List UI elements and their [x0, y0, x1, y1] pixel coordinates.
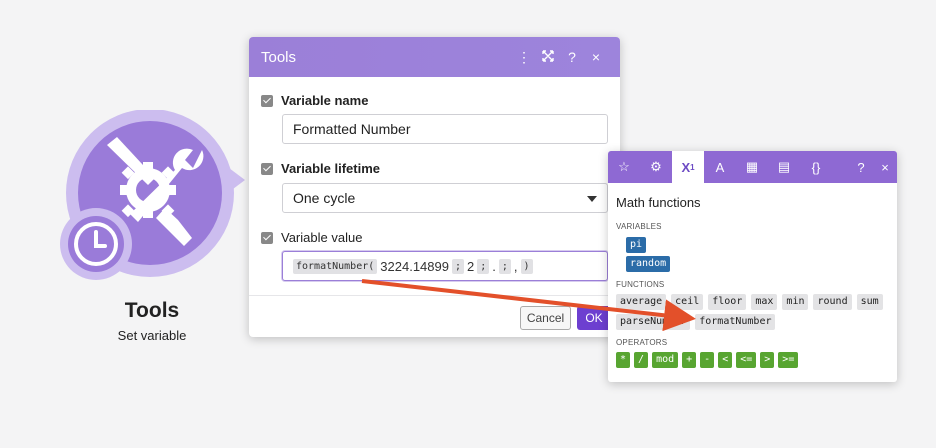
operators-label: OPERATORS [616, 338, 668, 347]
module-subtitle: Set variable [117, 328, 187, 343]
operator-chip[interactable]: - [700, 352, 715, 368]
separator-pill[interactable]: ; [451, 258, 464, 274]
tools-module[interactable] [60, 110, 250, 280]
operator-chip[interactable]: mod [652, 352, 679, 368]
variable-value-label-row: Variable value [261, 230, 362, 245]
chevron-down-icon [587, 196, 597, 202]
operators-list: * / mod + - < <= > >= [616, 352, 799, 368]
function-chip[interactable]: formatNumber [695, 314, 776, 330]
panel-title: Math functions [616, 195, 701, 210]
help-icon[interactable]: ? [560, 49, 584, 65]
operator-chip[interactable]: * [616, 352, 631, 368]
operator-chip[interactable]: + [682, 352, 697, 368]
function-chip[interactable]: average [616, 294, 667, 310]
functions-label: FUNCTIONS [616, 280, 665, 289]
functions-panel: ☆ ⚙ X1 A ▦ ▤ {} ? × Math functions VARIA… [608, 151, 897, 382]
number-arg: 3224.14899 [380, 258, 449, 274]
cancel-button[interactable]: Cancel [520, 306, 571, 330]
function-chip[interactable]: ceil [671, 294, 704, 310]
function-chip[interactable]: round [813, 294, 852, 310]
thousands-separator-arg: , [513, 258, 518, 274]
variable-chip[interactable]: random [626, 256, 671, 272]
function-chip[interactable]: min [782, 294, 809, 310]
star-icon[interactable]: ☆ [608, 151, 640, 183]
operator-chip[interactable]: < [718, 352, 733, 368]
clock-icon [60, 208, 132, 280]
variable-name-value: Formatted Number [293, 121, 411, 137]
variable-lifetime-label: Variable lifetime [281, 161, 380, 176]
operator-chip[interactable]: <= [736, 352, 757, 368]
tools-dialog: Tools ⋮ ? × Variable name Formatted Numb… [249, 37, 620, 337]
operator-chip[interactable]: >= [778, 352, 799, 368]
separator-pill[interactable]: ; [477, 258, 490, 274]
close-paren-pill[interactable]: ) [520, 258, 533, 274]
variables-list: pi random [626, 237, 671, 272]
variable-name-label: Variable name [281, 93, 369, 108]
variable-value-label: Variable value [281, 230, 363, 245]
module-title: Tools [124, 299, 180, 322]
decimal-separator-arg: . [492, 258, 496, 274]
variable-name-label-row: Variable name [261, 93, 368, 108]
variable-lifetime-label-row: Variable lifetime [261, 161, 380, 176]
more-vertical-icon[interactable]: ⋮ [512, 49, 536, 66]
variable-lifetime-checkbox[interactable] [261, 162, 273, 175]
math-icon[interactable]: X1 [672, 151, 704, 183]
variable-name-input[interactable]: Formatted Number [282, 114, 608, 144]
function-chip[interactable]: sum [856, 294, 883, 310]
operator-chip[interactable]: / [634, 352, 649, 368]
close-icon[interactable]: × [584, 49, 608, 65]
help-icon[interactable]: ? [849, 151, 873, 183]
dialog-title: Tools [261, 48, 297, 66]
ok-button[interactable]: OK [577, 306, 611, 330]
decimals-arg: 2 [467, 258, 475, 274]
json-icon[interactable]: {} [800, 151, 832, 183]
function-chip[interactable]: parseNumber [616, 314, 691, 330]
variable-lifetime-value: One cycle [293, 190, 356, 206]
dialog-header: Tools ⋮ ? × [249, 37, 620, 77]
function-pill[interactable]: formatNumber( [293, 258, 378, 274]
variables-label: VARIABLES [616, 222, 662, 231]
function-chip[interactable]: floor [708, 294, 747, 310]
panel-tabs: ☆ ⚙ X1 A ▦ ▤ {} ? × [608, 151, 897, 183]
expand-icon[interactable] [536, 49, 560, 65]
variable-value-checkbox[interactable] [261, 231, 273, 244]
tools-module-bubble[interactable] [60, 110, 250, 280]
table-icon[interactable]: ▤ [768, 151, 800, 183]
function-chip[interactable]: max [751, 294, 778, 310]
close-icon[interactable]: × [873, 151, 897, 183]
operator-chip[interactable]: > [760, 352, 775, 368]
dialog-footer: Cancel OK [249, 295, 620, 337]
functions-list: average ceil floor max min round sum par… [616, 294, 894, 330]
tab-spacer [832, 151, 849, 183]
gear-icon[interactable]: ⚙ [640, 151, 672, 183]
variable-chip[interactable]: pi [626, 237, 647, 253]
text-icon[interactable]: A [704, 151, 736, 183]
calendar-icon[interactable]: ▦ [736, 151, 768, 183]
variable-name-checkbox[interactable] [261, 94, 273, 107]
separator-pill[interactable]: ; [498, 258, 511, 274]
variable-value-input[interactable]: formatNumber( 3224.14899 ; 2 ; . ; , ) [282, 251, 608, 281]
variable-lifetime-select[interactable]: One cycle [282, 183, 608, 213]
